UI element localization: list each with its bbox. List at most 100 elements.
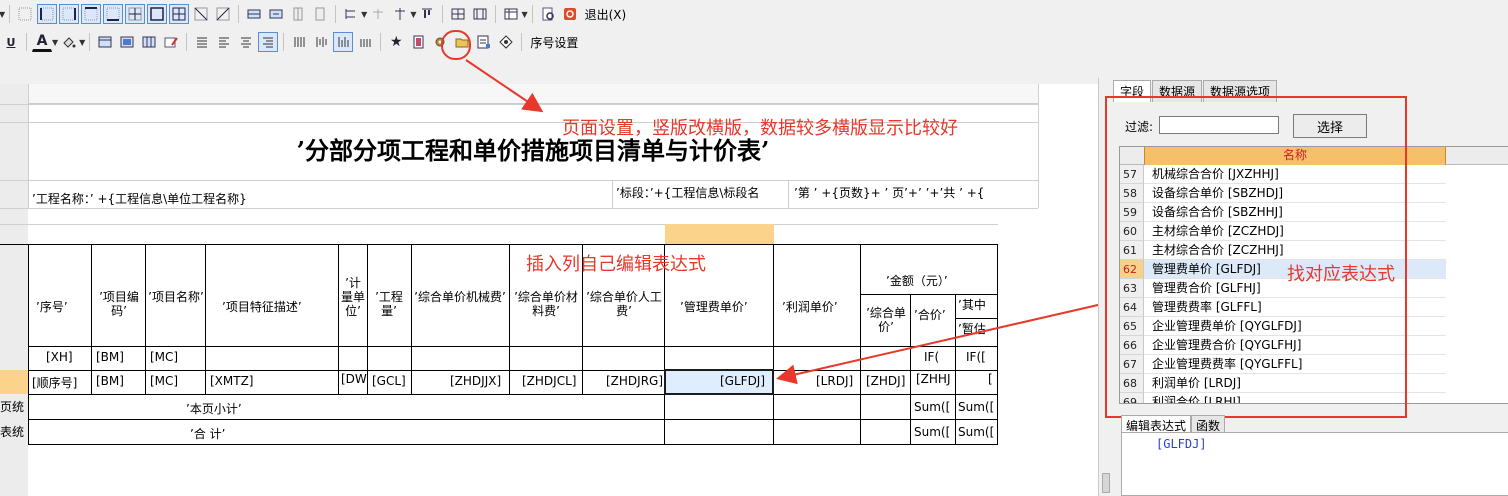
split-cells-icon[interactable]	[470, 4, 490, 24]
table-total-sum[interactable]: Sum([	[914, 425, 954, 439]
row-b-cell[interactable]: [ZHDJ]	[866, 374, 905, 388]
align-top-icon[interactable]	[417, 4, 437, 24]
row-a-cell[interactable]: IF([	[966, 350, 998, 364]
row-b-cell[interactable]: [MC]	[150, 374, 178, 388]
star-icon[interactable]: ★	[386, 32, 406, 52]
header-total[interactable]: ’合价’	[914, 306, 954, 323]
delete-col-icon[interactable]	[310, 4, 330, 24]
header-amount[interactable]: ’金额（元）’	[886, 272, 948, 289]
report-designer-window: ▼ ▼ ▼ ▼ 退出(X) U A ▼ ▼ ★ 序号设置 ’分部分项工程和单价措…	[0, 0, 1508, 496]
page-subtotal-sum[interactable]: Sum([	[914, 400, 954, 414]
diagonal-down-icon[interactable]	[191, 4, 211, 24]
table-total-cell[interactable]: ’合 计’	[190, 425, 225, 442]
serial-setting-button[interactable]: 序号设置	[526, 34, 582, 51]
header-labor[interactable]: ’综合单价人工费’	[585, 290, 663, 318]
stamp-icon[interactable]	[496, 32, 516, 52]
header-unit[interactable]: ’计量单位’	[340, 276, 366, 318]
row-a-cell[interactable]: [XH]	[46, 350, 73, 364]
row-b-cell[interactable]: [BM]	[96, 374, 124, 388]
dropdown-caret-icon[interactable]: ▼	[0, 10, 5, 19]
header-provisional[interactable]: ’暂估	[958, 320, 998, 337]
align-caret-icon[interactable]: ▼	[361, 10, 367, 19]
header-qty[interactable]: ’工程量’	[369, 290, 409, 318]
header-code[interactable]: ’项目编码’	[94, 290, 144, 318]
row-b-cell[interactable]: [DW	[341, 372, 367, 386]
scrollbar-thumb[interactable]	[1102, 473, 1110, 493]
page-setup-icon[interactable]	[408, 32, 428, 52]
border-inner-icon[interactable]	[125, 4, 146, 24]
font-color-button[interactable]: A	[32, 32, 52, 52]
fill-color-icon[interactable]	[59, 32, 79, 52]
align-right-icon[interactable]	[258, 32, 279, 52]
table-total-sum[interactable]: Sum([	[958, 425, 998, 439]
table-grid-icon[interactable]	[501, 4, 521, 24]
valign-bottom-icon[interactable]	[333, 32, 354, 52]
page-subtotal-sum[interactable]: Sum([	[958, 400, 998, 414]
table-style-icon[interactable]	[139, 32, 159, 52]
underline-button[interactable]: U	[1, 32, 21, 52]
align-center-tree-icon[interactable]	[368, 4, 388, 24]
distribute-icon[interactable]	[390, 4, 410, 24]
exit-button[interactable]: 退出(X)	[581, 6, 631, 23]
insert-col-icon[interactable]	[288, 4, 308, 24]
border-none-icon[interactable]	[15, 4, 35, 24]
header-mgmt[interactable]: ’管理费单价’	[680, 298, 748, 315]
align-center-icon[interactable]	[236, 32, 256, 52]
header-mach[interactable]: ’综合单价机械费’	[413, 290, 507, 304]
row-b-cell[interactable]: [GCL]	[372, 374, 406, 388]
align-justify-icon[interactable]	[192, 32, 212, 52]
row-a-cell[interactable]: IF(	[924, 350, 954, 364]
header-among[interactable]: ’其中	[958, 296, 998, 313]
project-name-cell[interactable]: ’工程名称：’ +{工程信息\单位工程名称}	[32, 190, 610, 207]
row-b-cell-selected[interactable]: [GLFDJ]	[720, 374, 765, 388]
expression-editor[interactable]: [GLFDJ]	[1121, 432, 1508, 496]
align-left-icon[interactable]	[214, 32, 234, 52]
border-all-icon[interactable]	[169, 4, 190, 24]
table-caret-icon[interactable]: ▼	[521, 10, 527, 19]
valign-distribute-icon[interactable]	[355, 32, 375, 52]
exit-icon[interactable]	[560, 4, 580, 24]
row-a-cell[interactable]: [BM]	[96, 350, 124, 364]
valign-middle-icon[interactable]	[311, 32, 331, 52]
page-info-cell[interactable]: ’第 ’ +{页数}+ ’ 页’+’ ’+’共 ’ +{	[794, 184, 1038, 201]
fill-color-caret-icon[interactable]: ▼	[79, 38, 85, 47]
cell-style-icon[interactable]	[117, 32, 137, 52]
report-design-area[interactable]: ’分部分项工程和单价措施项目清单与计价表’ ’工程名称：’ +{工程信息\单位工…	[0, 84, 1098, 496]
font-color-caret-icon[interactable]: ▼	[52, 38, 58, 47]
border-outer-icon[interactable]	[147, 4, 168, 24]
border-left-icon[interactable]	[37, 4, 58, 24]
row-b-cell[interactable]: [XMTZ]	[210, 374, 254, 388]
border-bottom-icon[interactable]	[103, 4, 124, 24]
section-cell[interactable]: ’标段：’+{工程信息\标段名	[616, 184, 786, 201]
page-subtotal-label: 页统	[0, 400, 25, 414]
row-b-cell[interactable]: [顺序号]	[32, 374, 77, 391]
delete-row-icon[interactable]	[266, 4, 286, 24]
page-subtotal-cell[interactable]: ’本页小计’	[186, 400, 242, 417]
cell-format-icon[interactable]	[95, 32, 115, 52]
distribute-caret-icon[interactable]: ▼	[410, 10, 416, 19]
row-b-cell[interactable]: [ZHDJJX]	[450, 374, 501, 388]
header-profit[interactable]: ’利润单价’	[782, 298, 838, 315]
print-preview-icon[interactable]	[538, 4, 558, 24]
report-edit-icon[interactable]	[474, 32, 494, 52]
row-b-cell[interactable]: [ZHDJRG]	[606, 374, 663, 388]
header-name[interactable]: ’项目名称’	[148, 290, 204, 304]
header-mat[interactable]: ’综合单价材料费’	[512, 290, 580, 318]
row-b-cell[interactable]: [	[988, 372, 998, 386]
row-b-cell[interactable]: [LRDJ]	[816, 374, 853, 388]
insert-column-annotation: 插入列自己编辑表达式	[526, 254, 706, 275]
header-seq[interactable]: ’序号’	[36, 298, 68, 315]
row-b-cell[interactable]: [ZHDJCL]	[522, 374, 576, 388]
edit-cell-icon[interactable]	[161, 32, 181, 52]
header-unit-price[interactable]: ’综合单价’	[863, 306, 909, 334]
diagonal-up-icon[interactable]	[213, 4, 233, 24]
row-b-cell[interactable]: [ZHHJ	[916, 372, 954, 386]
valign-top-icon[interactable]	[289, 32, 309, 52]
row-a-cell[interactable]: [MC]	[150, 350, 178, 364]
border-right-icon[interactable]	[59, 4, 80, 24]
insert-row-icon[interactable]	[244, 4, 264, 24]
header-desc[interactable]: ’项目特征描述’	[222, 298, 302, 315]
merge-cells-icon[interactable]	[448, 4, 468, 24]
border-top-icon[interactable]	[81, 4, 102, 24]
align-left-tree-icon[interactable]	[341, 4, 361, 24]
